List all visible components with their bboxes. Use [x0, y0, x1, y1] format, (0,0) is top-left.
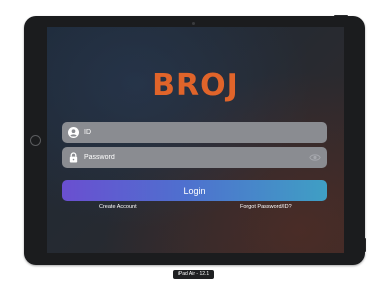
user-icon	[68, 127, 79, 138]
simulator-stage: BROJ Login Create Account Forgot Pas	[0, 0, 389, 296]
app-screen: BROJ Login Create Account Forgot Pas	[47, 27, 344, 253]
password-input[interactable]	[84, 147, 304, 168]
forgot-password-link[interactable]: Forgot Password/ID?	[240, 204, 292, 210]
front-camera	[192, 22, 195, 25]
create-account-link[interactable]: Create Account	[99, 204, 137, 210]
lock-icon	[69, 152, 78, 163]
device-label: iPad Air - 12.1	[173, 270, 214, 279]
home-button[interactable]	[30, 135, 41, 146]
app-logo: BROJ	[152, 68, 239, 103]
password-field[interactable]	[62, 147, 327, 168]
login-button[interactable]: Login	[62, 180, 327, 201]
eye-icon[interactable]	[309, 152, 321, 163]
id-field[interactable]	[62, 122, 327, 143]
id-input[interactable]	[84, 122, 304, 143]
